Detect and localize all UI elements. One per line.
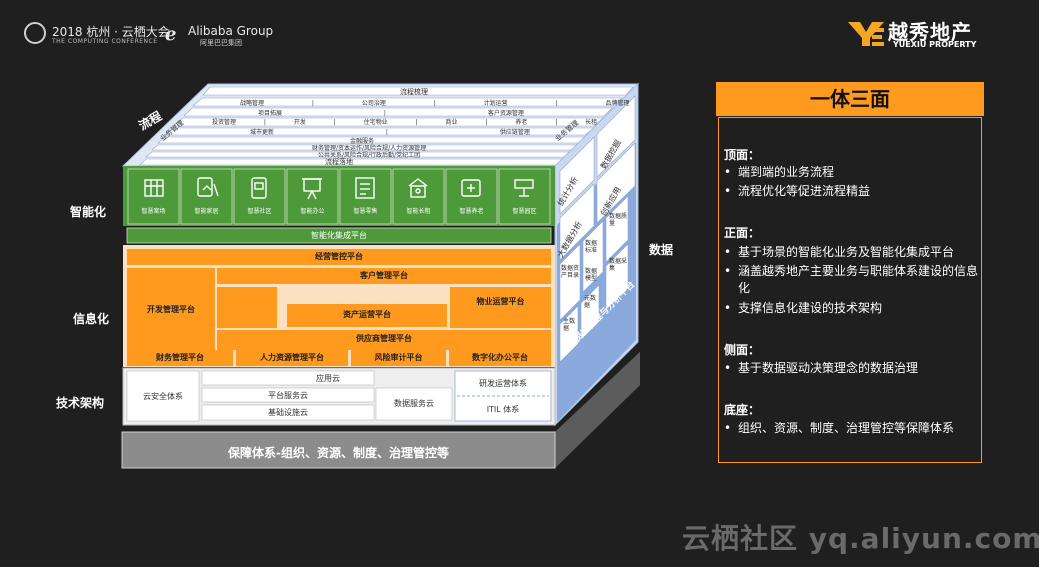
meta-data: 元数据 xyxy=(584,295,597,309)
section-title-top: 顶面： xyxy=(724,148,761,162)
bullet-item: 支撑信息化建设的技术架构 xyxy=(724,300,988,317)
devops-system: 研发运营体系 xyxy=(479,379,527,388)
top-row-0: 流程梳理 xyxy=(400,88,428,96)
risk-platform: 风险审计平台 xyxy=(374,353,423,362)
section-title-front: 正面： xyxy=(724,226,761,240)
hr-platform: 人力资源管理平台 xyxy=(260,353,324,362)
smart-app-label: 智慧园区 xyxy=(512,208,537,215)
data-standard: 数据标准 xyxy=(585,240,598,254)
section-title-base: 底座： xyxy=(724,403,761,417)
smart-app-label: 智慧零售 xyxy=(353,208,378,215)
bullet-item: 基于场景的智能化业务及智能化集成平台 xyxy=(724,244,988,261)
data-model: 数据模型 xyxy=(585,268,598,282)
itil-system: ITIL 体系 xyxy=(486,405,520,414)
finance-platform: 财务管理平台 xyxy=(156,353,204,362)
bullet-item: 流程优化等促进流程精益 xyxy=(724,183,988,200)
property-ops-platform: 物业运营平台 xyxy=(476,297,525,306)
platform-cloud: 平台服务云 xyxy=(268,391,308,400)
base-label: 保障体系-组织、资源、制度、治理管控等 xyxy=(228,446,449,460)
office-platform: 数字化办公平台 xyxy=(472,353,528,362)
operation-platform: 经营管控平台 xyxy=(315,252,363,261)
data-quality: 数据质量 xyxy=(609,213,628,227)
bullet-item: 端到端的业务流程 xyxy=(724,164,988,181)
dev-platform: 开发管理平台 xyxy=(147,305,195,314)
panel-title: 一体三面 xyxy=(716,82,984,116)
data-collect: 数据采集 xyxy=(609,258,628,272)
smart-app-label: 智慧案场 xyxy=(141,208,166,215)
smart-app-label: 智慧社区 xyxy=(247,208,272,215)
data-catalog: 数据资产目录 xyxy=(561,265,580,279)
infra-cloud: 基础设施云 xyxy=(268,408,308,417)
watermark: 云栖社区 yq.aliyun.com xyxy=(682,522,1039,555)
section-title-side: 侧面： xyxy=(724,343,761,357)
bullet-item: 涵盖越秀地产主要业务与职能体系建设的信息化 xyxy=(724,263,978,297)
supply-platform: 供应商管理平台 xyxy=(356,334,412,343)
top-row-4: 城市更新 | 供应链管理 xyxy=(250,129,530,136)
asset-platform: 资产运营平台 xyxy=(343,310,391,319)
app-cloud: 应用云 xyxy=(316,374,340,383)
smart-app-label: 智能办公 xyxy=(300,208,325,215)
top-row-8: 流程落地 xyxy=(325,158,353,166)
customer-platform: 客户管理平台 xyxy=(360,271,408,280)
top-row-1: 战略管理 | 公司治理 | 计划运营 | 品牌管理 xyxy=(240,100,630,107)
security-system: 云安全体系 xyxy=(143,392,183,401)
data-cloud: 数据服务云 xyxy=(394,399,434,408)
top-row-3: 投资管理 | 开发 | 住宅物业 | 商业 | 养老 | 长租 xyxy=(212,119,598,126)
smart-platform: 智能化集成平台 xyxy=(311,231,367,240)
bullet-item: 组织、资源、制度、治理管控等保障体系 xyxy=(724,420,988,437)
master-data: 主数据 xyxy=(563,318,576,332)
top-row-2: 项目拓展 | 客户资源管理 xyxy=(258,110,524,117)
smart-app-label: 智慧养老 xyxy=(459,208,484,215)
bullet-item: 基于数据驱动决策理念的数据治理 xyxy=(724,360,988,377)
smart-app-label: 智能家居 xyxy=(194,208,219,215)
smart-app-label: 智能长租 xyxy=(406,208,431,215)
